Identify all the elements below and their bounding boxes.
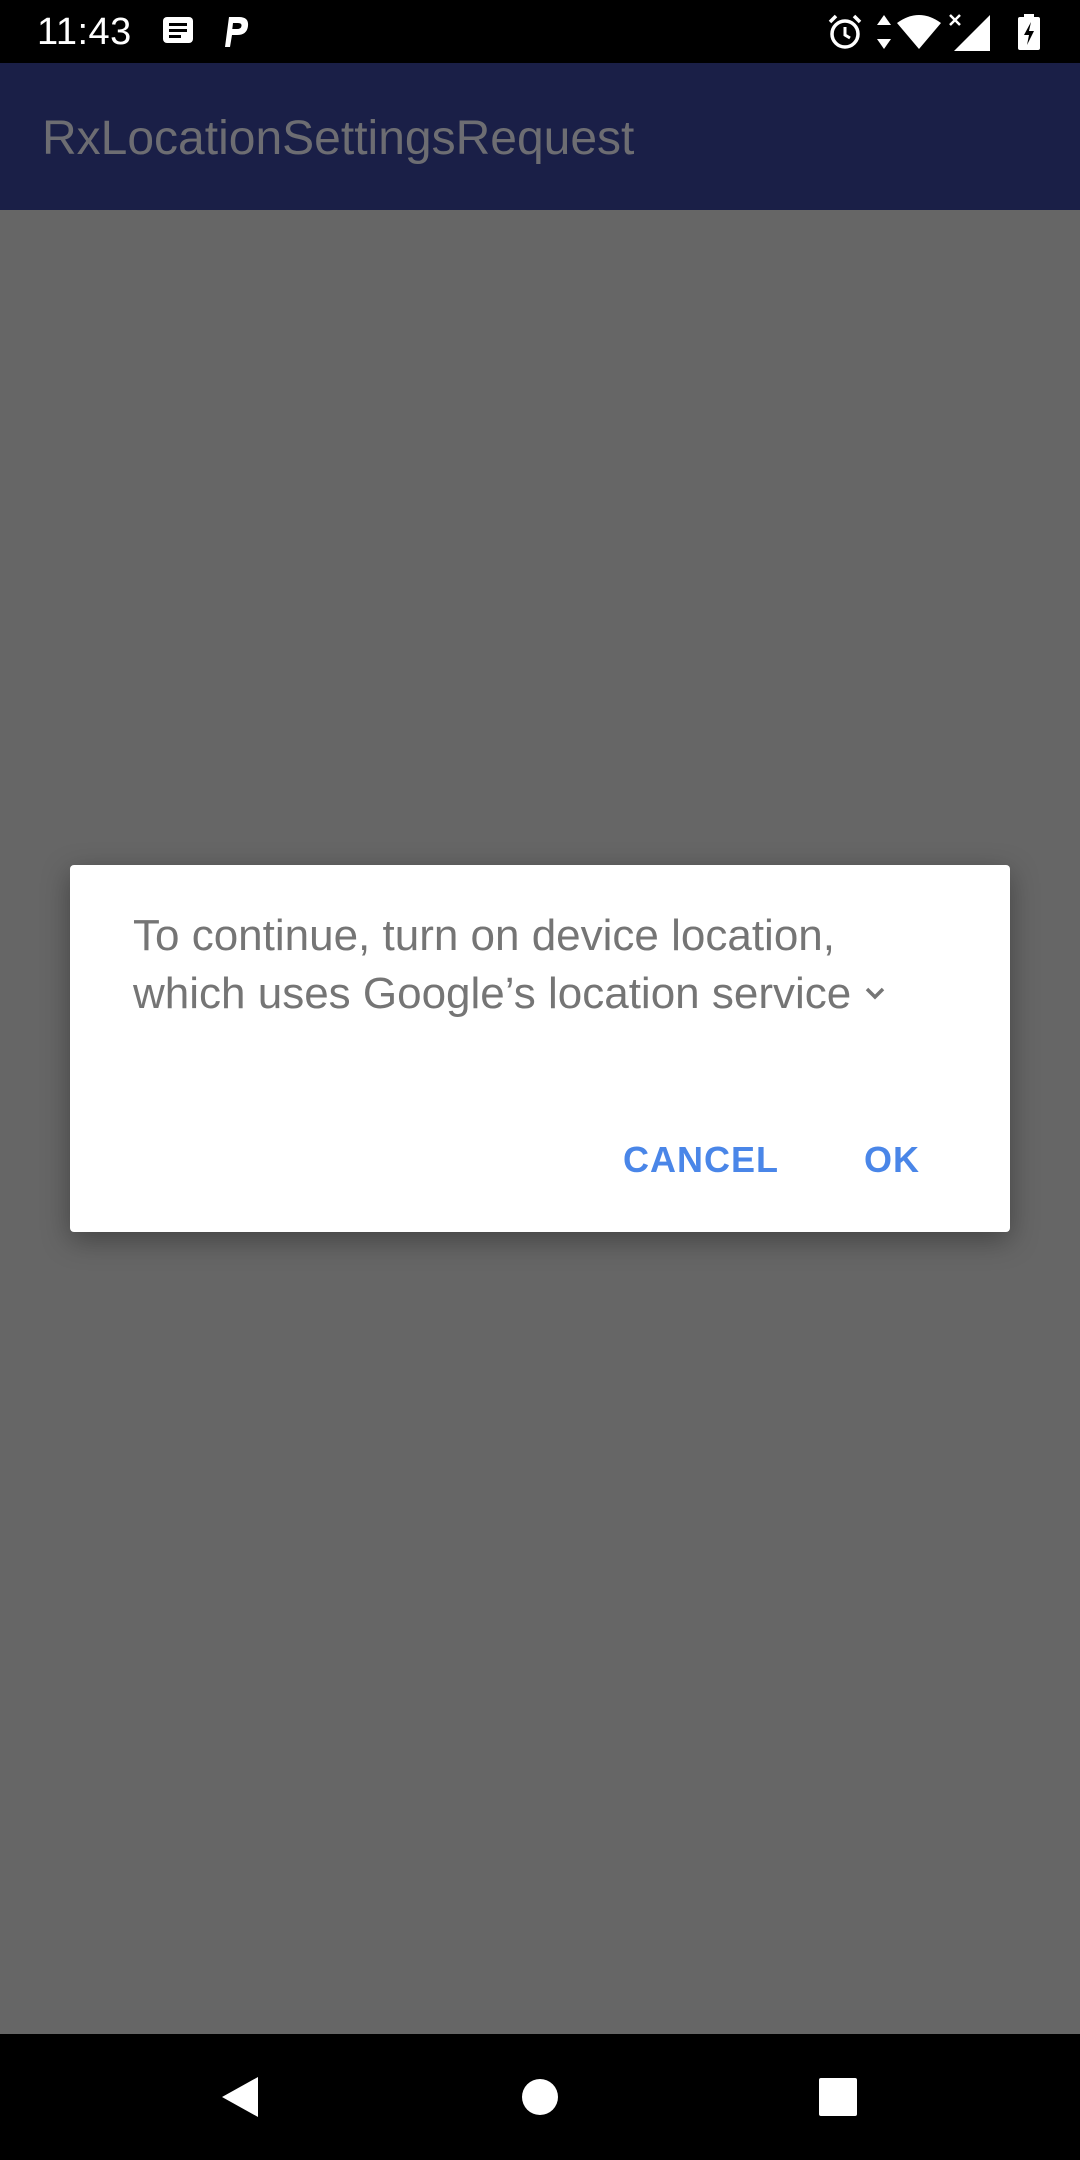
cancel-button[interactable]: CANCEL	[623, 1130, 779, 1190]
dialog-message-line-1: To continue, turn on device location,	[133, 911, 836, 960]
chevron-down-icon[interactable]	[861, 979, 889, 1007]
dialog-message-line-2: which uses Google’s location service	[133, 969, 852, 1018]
dialog-actions: CANCEL OK	[70, 1130, 1010, 1190]
status-bar: 11:43	[0, 0, 1080, 63]
battery-charging-icon	[1018, 14, 1040, 50]
wifi-icon	[897, 15, 941, 49]
back-button[interactable]	[180, 2034, 300, 2160]
home-button[interactable]	[480, 2034, 600, 2160]
screen: 11:43 RxLocationSettingsRequest To conti…	[0, 0, 1080, 2160]
recents-icon	[819, 2078, 857, 2116]
ok-button[interactable]: OK	[864, 1130, 920, 1190]
home-icon	[522, 2079, 558, 2115]
location-settings-dialog: To continue, turn on device location, wh…	[70, 865, 1010, 1232]
recents-button[interactable]	[778, 2034, 898, 2160]
navigation-bar	[0, 2034, 1080, 2160]
signal-icon	[949, 14, 990, 51]
app-title: RxLocationSettingsRequest	[42, 112, 635, 165]
status-time: 11:43	[37, 11, 132, 53]
alarm-icon	[828, 14, 862, 49]
message-notification-icon	[163, 17, 193, 43]
back-icon	[222, 2077, 258, 2117]
dialog-message-line-2-row: which uses Google’s location service	[133, 965, 953, 1023]
parking-app-icon	[225, 17, 249, 47]
app-bar: RxLocationSettingsRequest	[0, 63, 1080, 210]
dialog-message: To continue, turn on device location, wh…	[133, 907, 953, 1023]
data-arrows-icon	[877, 15, 891, 49]
